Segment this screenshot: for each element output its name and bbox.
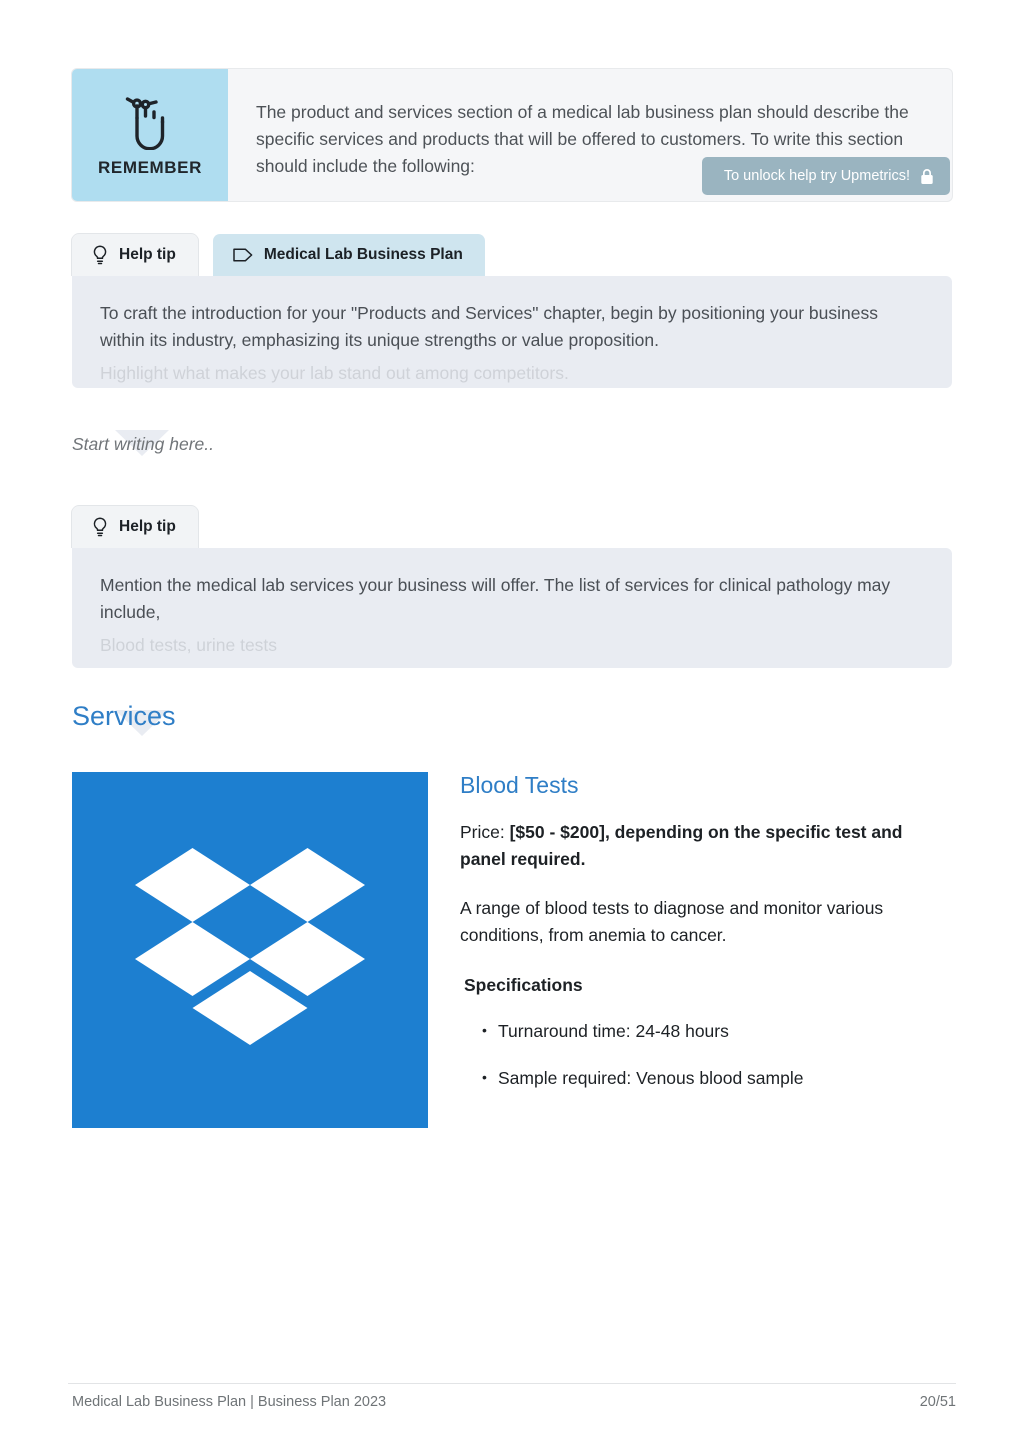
help-tip-tabs: Help tip [72,506,952,548]
list-item: Turnaround time: 24-48 hours [482,1017,952,1045]
tab-medical-lab-business-plan[interactable]: Medical Lab Business Plan [212,234,485,276]
footer-page-number: 20/51 [919,1394,956,1410]
tag-icon [233,247,253,263]
lock-icon [920,168,934,185]
footer-document-title: Medical Lab Business Plan | Business Pla… [72,1394,387,1410]
lightbulb-icon [92,245,108,265]
tab-medical-lab-business-plan-label: Medical Lab Business Plan [263,246,463,263]
hand-with-string-icon [123,92,177,150]
tab-help-tip-label: Help tip [119,518,176,535]
lightbulb-icon [92,517,108,537]
service-price-label: Price: [460,822,505,842]
service-price: Price: [$50 - $200], depending on the sp… [460,819,952,873]
help-tip-block-2: Help tip Mention the medical lab service… [72,506,952,736]
list-item: Sample required: Venous blood sample [482,1064,952,1092]
service-details: Blood Tests Price: [$50 - $200], dependi… [460,772,952,1128]
page-title-services: Services [72,701,176,731]
help-tip-text-1: To craft the introduction for your "Prod… [100,303,878,350]
footer: Medical Lab Business Plan | Business Pla… [72,1394,956,1410]
dropbox-logo [135,847,365,1053]
tab-help-tip-label: Help tip [119,246,176,263]
service-title: Blood Tests [460,772,579,798]
service-image [72,772,428,1128]
remember-badge: REMEMBER [72,69,228,201]
help-tip-body-2: Mention the medical lab services your bu… [72,548,952,668]
tab-help-tip[interactable]: Help tip [72,506,198,548]
unlock-badge-label: To unlock help try Upmetrics! [723,168,910,184]
specifications-heading: Specifications [464,975,583,995]
remember-callout: REMEMBER The product and services sectio… [72,69,952,201]
service-card: Blood Tests Price: [$50 - $200], dependi… [72,772,952,1128]
help-tip-clipped-text-1: Highlight what makes your lab stand out … [100,363,569,383]
service-description: A range of blood tests to diagnose and m… [460,898,884,945]
footer-divider [68,1383,956,1384]
help-tip-body-1: To craft the introduction for your "Prod… [72,276,952,388]
tab-help-tip[interactable]: Help tip [72,234,198,276]
remember-label: REMEMBER [98,158,202,177]
help-tip-tabs: Help tip Medical Lab Business Plan [72,234,952,276]
specifications-list: Turnaround time: 24-48 hours Sample requ… [460,1017,952,1092]
help-tip-clipped-text-2: Blood tests, urine tests [100,635,278,655]
help-tip-text-2: Mention the medical lab services your bu… [100,575,891,622]
start-writing-placeholder[interactable]: Start writing here.. [72,434,214,455]
document-page: REMEMBER The product and services sectio… [0,0,1024,1448]
service-price-value: [$50 - $200], depending on the specific … [460,822,903,869]
help-tip-block-1: Help tip Medical Lab Business Plan To cr… [72,234,952,456]
unlock-badge-remember[interactable]: To unlock help try Upmetrics! [701,157,950,195]
remember-content: The product and services section of a me… [228,69,952,201]
